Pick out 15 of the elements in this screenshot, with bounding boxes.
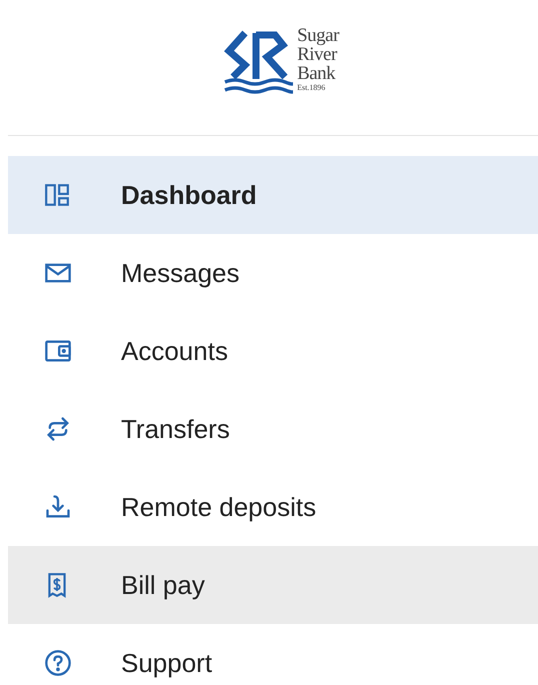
bank-name-text: Sugar	[297, 26, 339, 45]
nav-item[interactable]: Accounts	[8, 312, 538, 390]
dashboard-icon	[44, 182, 70, 208]
nav-item[interactable]: Messages	[8, 234, 538, 312]
nav-item[interactable]: Transfers	[8, 390, 538, 468]
bank-name-text: Bank	[297, 64, 337, 83]
bank-name-text: River	[297, 45, 338, 64]
transfer-arrows-icon	[44, 415, 72, 443]
nav-item[interactable]: Bill pay	[8, 546, 538, 624]
nav-item[interactable]: Support	[8, 624, 538, 685]
nav-item[interactable]: Remote deposits	[8, 468, 538, 546]
river-logo-icon	[223, 29, 294, 95]
help-icon	[44, 649, 72, 677]
nav-item[interactable]: Dashboard	[8, 156, 538, 234]
established-text: Est.1896	[297, 83, 326, 93]
